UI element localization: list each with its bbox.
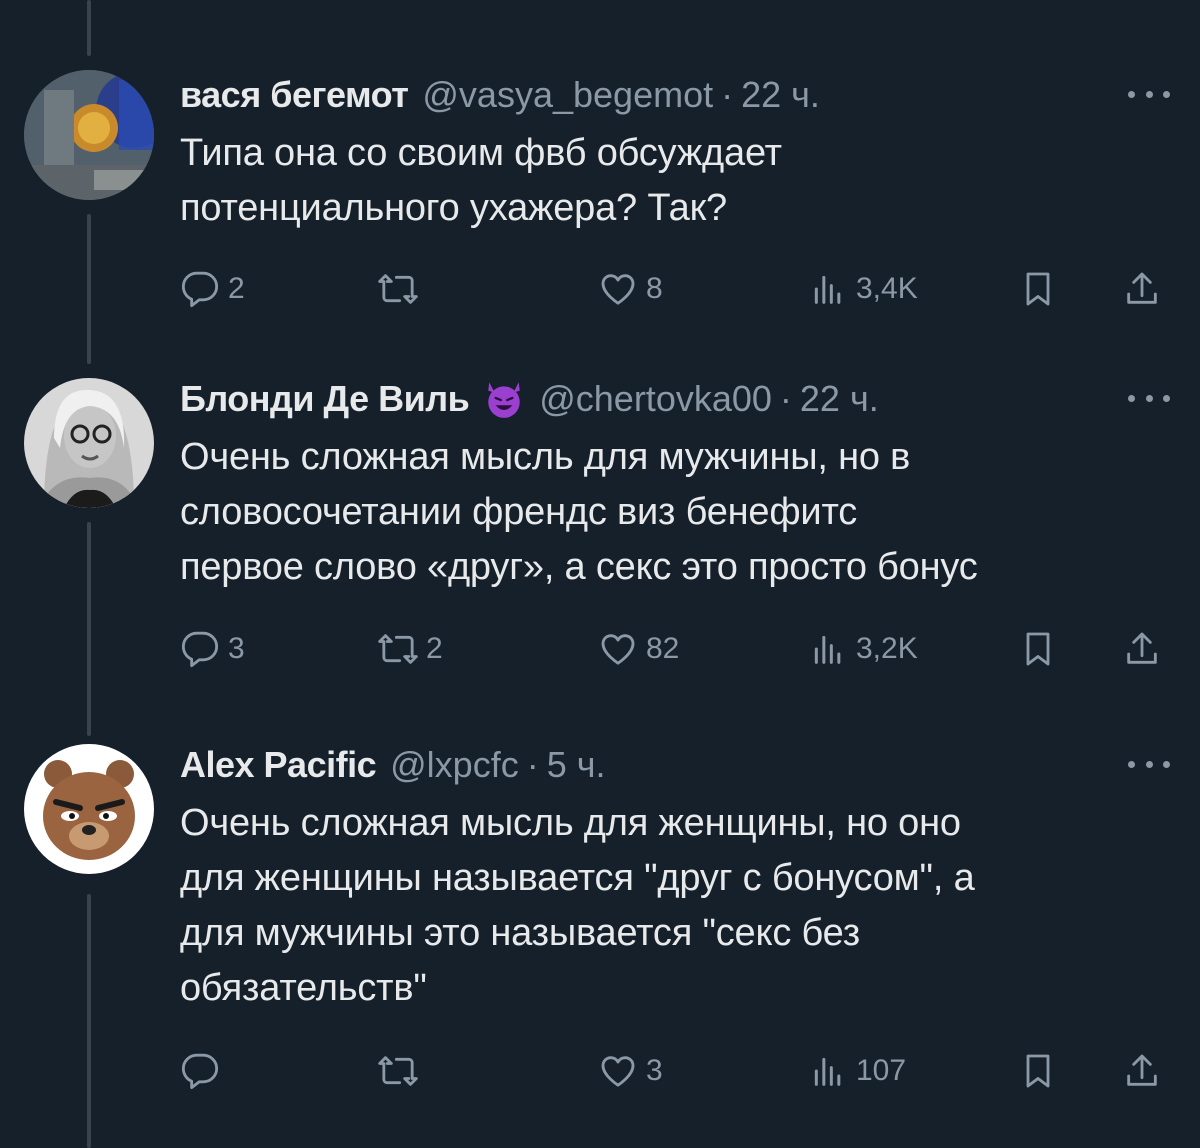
smiling-devil-emoji <box>488 382 520 418</box>
separator: · <box>721 74 734 115</box>
action-bar: 3 2 82 3,2K <box>180 624 1180 674</box>
views-button[interactable]: 3,4K <box>808 264 918 314</box>
reply-button[interactable]: 2 <box>180 264 245 314</box>
like-icon <box>601 274 635 305</box>
more-icon[interactable] <box>1128 754 1170 774</box>
reply-icon <box>181 271 219 308</box>
avatar-image <box>24 70 154 200</box>
reply-button[interactable] <box>180 1046 228 1096</box>
display-name[interactable]: Alex Pacific <box>180 740 377 790</box>
avatar-image <box>24 378 154 508</box>
tweet-header: Alex Pacific @lxpcfc · 5 ч. <box>180 740 605 790</box>
tweet-text: Типа она со своим фвб обсуждает потенциа… <box>180 132 782 229</box>
views-icon <box>814 275 841 304</box>
thread-line-top <box>87 0 91 56</box>
timestamp[interactable]: 22 ч. <box>741 70 820 120</box>
retweet-icon <box>378 634 418 664</box>
like-button[interactable]: 82 <box>598 624 679 674</box>
separator: · <box>779 378 792 419</box>
avatar-image <box>24 744 154 874</box>
retweet-button[interactable] <box>378 1046 426 1096</box>
bookmark-icon <box>1026 1054 1050 1088</box>
handle[interactable]: @chertovka00 <box>539 374 772 424</box>
action-bar: 2 8 3,4K <box>180 264 1180 314</box>
timestamp[interactable]: 22 ч. <box>800 374 879 424</box>
share-icon <box>1127 272 1157 304</box>
bookmark-button[interactable] <box>1018 624 1058 674</box>
retweet-button[interactable] <box>378 264 426 314</box>
tweet-header: вася бегемот @vasya_begemot · 22 ч. <box>180 70 820 120</box>
bookmark-icon <box>1026 632 1050 666</box>
like-count: 3 <box>646 1054 663 1087</box>
like-button[interactable]: 3 <box>598 1046 663 1096</box>
tweet-text: Очень сложная мысль для женщины, но оно … <box>180 802 975 1009</box>
more-icon[interactable] <box>1128 388 1170 408</box>
retweet-icon <box>378 1056 418 1086</box>
reply-icon <box>181 631 219 668</box>
retweet-count: 2 <box>426 632 443 665</box>
views-button[interactable]: 3,2K <box>808 624 918 674</box>
handle[interactable]: @lxpcfc <box>390 740 519 790</box>
reply-count: 3 <box>228 632 245 665</box>
views-icon <box>814 1057 841 1086</box>
views-icon <box>814 635 841 664</box>
retweet-button[interactable]: 2 <box>378 624 443 674</box>
share-button[interactable] <box>1122 264 1162 314</box>
share-icon <box>1127 1054 1157 1086</box>
reply-icon <box>181 1053 219 1090</box>
share-button[interactable] <box>1122 624 1162 674</box>
display-name[interactable]: Блонди Де Виль <box>180 374 470 424</box>
tweet-text: Очень сложная мысль для мужчины, но в сл… <box>180 436 978 588</box>
views-count: 107 <box>856 1054 907 1087</box>
separator: · <box>526 744 539 785</box>
avatar-vasya[interactable] <box>24 70 154 200</box>
bookmark-button[interactable] <box>1018 1046 1058 1096</box>
like-count: 8 <box>646 272 663 305</box>
share-icon <box>1127 632 1157 664</box>
like-icon <box>601 1056 635 1087</box>
thread-line-3 <box>87 894 91 1148</box>
retweet-icon <box>378 274 418 304</box>
thread-line-1 <box>87 214 91 364</box>
display-name[interactable]: вася бегемот <box>180 70 409 120</box>
like-button[interactable]: 8 <box>598 264 663 314</box>
more-icon[interactable] <box>1128 84 1170 104</box>
share-button[interactable] <box>1122 1046 1162 1096</box>
reply-button[interactable]: 3 <box>180 624 245 674</box>
avatar-blondie[interactable] <box>24 378 154 508</box>
like-count: 82 <box>646 632 680 665</box>
timestamp[interactable]: 5 ч. <box>547 740 606 790</box>
like-icon <box>601 634 635 665</box>
reply-count: 2 <box>228 272 245 305</box>
views-count: 3,2K <box>856 632 918 665</box>
action-bar: 3 107 <box>180 1046 1180 1096</box>
handle[interactable]: @vasya_begemot <box>422 70 713 120</box>
tweet-header: Блонди Де Виль @chertovka00 · 22 ч. <box>180 374 879 424</box>
avatar-alex[interactable] <box>24 744 154 874</box>
bookmark-button[interactable] <box>1018 264 1058 314</box>
views-count: 3,4K <box>856 272 918 305</box>
views-button[interactable]: 107 <box>808 1046 906 1096</box>
thread-line-2 <box>87 522 91 736</box>
bookmark-icon <box>1026 272 1050 306</box>
